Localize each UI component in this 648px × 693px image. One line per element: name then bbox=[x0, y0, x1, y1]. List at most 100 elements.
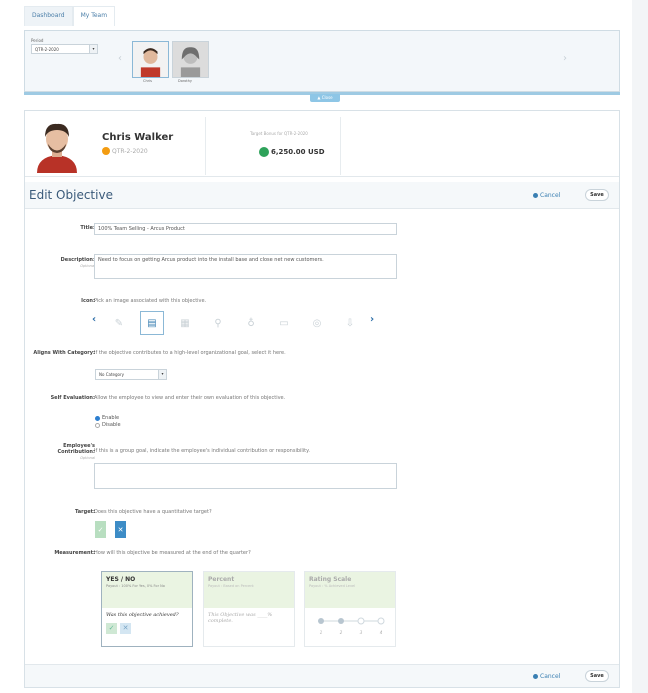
enable-radio[interactable]: Enable bbox=[95, 415, 119, 421]
avatar bbox=[133, 42, 168, 77]
card-title: Percent bbox=[208, 576, 235, 583]
target-label: Target: bbox=[75, 509, 95, 515]
lightbulb-icon[interactable]: ♁ bbox=[239, 311, 263, 335]
self-evaluation-hint: Allow the employee to view and enter the… bbox=[94, 395, 286, 401]
measurement-percent-card[interactable]: Percent Payout : Based on Percent This O… bbox=[203, 571, 295, 647]
self-evaluation-label: Self Evaluation: bbox=[50, 395, 95, 401]
monitor-icon[interactable]: ▭ bbox=[272, 311, 296, 335]
tab-my-team[interactable]: My Team bbox=[72, 6, 116, 26]
target-bonus-amount: 6,250.00 USD bbox=[271, 148, 325, 156]
target-yes-button[interactable]: ✓ bbox=[95, 521, 106, 538]
team-member-dorothy[interactable] bbox=[172, 41, 209, 78]
chevron-left-icon[interactable]: ‹ bbox=[118, 53, 122, 64]
download-icon[interactable]: ⇩ bbox=[338, 311, 362, 335]
icon-label: Icon: bbox=[81, 298, 95, 304]
description-label: Description: Optional bbox=[33, 257, 95, 269]
card-title: Rating Scale bbox=[309, 576, 352, 583]
person-icon[interactable]: ⚲ bbox=[206, 311, 230, 335]
footer-bar: Cancel Save bbox=[25, 664, 619, 687]
scale-label: 2 bbox=[340, 630, 343, 635]
icon-hint: Pick an image associated with this objec… bbox=[94, 298, 207, 304]
calculator-icon[interactable]: ▦ bbox=[173, 311, 197, 335]
employee-name: Chris Walker bbox=[102, 132, 174, 143]
scale-label: 1 bbox=[320, 630, 323, 635]
member-name: Dorothy bbox=[178, 79, 193, 83]
title-label: Title: bbox=[80, 225, 95, 231]
scale-label: 4 bbox=[380, 630, 383, 635]
category-select[interactable]: No Category ▾ bbox=[95, 369, 167, 380]
title-input[interactable]: 100% Team Selling - Arcus Product bbox=[94, 223, 397, 235]
scrollbar-track[interactable] bbox=[632, 0, 648, 693]
aligns-hint: If the objective contributes to a high-l… bbox=[94, 350, 286, 356]
contribution-label-text: Employee's Contribution: bbox=[57, 443, 95, 455]
category-select-value: No Category bbox=[99, 372, 124, 377]
period-label: Period bbox=[31, 38, 44, 43]
cancel-link[interactable]: Cancel bbox=[533, 192, 560, 199]
tab-dashboard[interactable]: Dashboard bbox=[24, 6, 73, 26]
chevron-down-icon: ▾ bbox=[89, 45, 97, 53]
radio-checked-icon bbox=[95, 415, 100, 421]
check-icon: ✓ bbox=[97, 525, 104, 534]
check-icon: ✓ bbox=[106, 623, 117, 634]
disable-label: Disable bbox=[102, 422, 121, 428]
rating-scale: 1 2 3 4 bbox=[305, 608, 395, 644]
chevron-right-icon[interactable]: › bbox=[563, 53, 567, 64]
cancel-icon bbox=[533, 193, 538, 198]
chevron-right-icon[interactable]: › bbox=[370, 314, 374, 325]
disable-radio[interactable]: Disable bbox=[95, 422, 121, 428]
team-member-chris[interactable] bbox=[132, 41, 169, 78]
rating-scale-icon: 1 2 3 4 bbox=[318, 617, 385, 635]
measurement-hint: How will this objective be measured at t… bbox=[94, 550, 251, 556]
period-select-value: QTR-2-2020 bbox=[35, 47, 59, 52]
cancel-label: Cancel bbox=[540, 192, 561, 199]
team-selector-panel: Period QTR-2-2020 ▾ ‹ Chris Dorothy › bbox=[24, 30, 620, 92]
card-header: Percent Payout : Based on Percent bbox=[204, 572, 294, 608]
target-bonus-label: Target Bonus for QTR-2-2020 bbox=[250, 131, 308, 136]
card-question: Was this objective achieved? bbox=[106, 612, 179, 618]
cancel-label: Cancel bbox=[540, 673, 561, 680]
avatar bbox=[31, 117, 83, 173]
avatar bbox=[173, 42, 208, 77]
measurement-yes-no-card[interactable]: YES / NO Payout : 100% For Yes, 0% For N… bbox=[101, 571, 193, 647]
money-icon bbox=[259, 147, 269, 157]
cancel-link[interactable]: Cancel bbox=[533, 673, 560, 680]
close-icon: ✕ bbox=[117, 525, 124, 534]
measurement-label: Measurement: bbox=[54, 550, 95, 556]
card-header: Rating Scale Payout : % Achieved Level bbox=[305, 572, 395, 608]
divider bbox=[205, 117, 206, 175]
divider bbox=[340, 117, 341, 175]
enable-label: Enable bbox=[102, 415, 120, 421]
cancel-icon bbox=[533, 674, 538, 679]
save-button[interactable]: Save bbox=[585, 189, 609, 201]
card-subtitle: Payout : % Achieved Level bbox=[309, 584, 356, 588]
page: Dashboard My Team Period QTR-2-2020 ▾ ‹ … bbox=[0, 0, 648, 693]
objective-editor: Chris Walker QTR-2-2020 Target Bonus for… bbox=[24, 110, 620, 688]
pencil-icon[interactable]: ✎ bbox=[107, 311, 131, 335]
period-select[interactable]: QTR-2-2020 ▾ bbox=[31, 44, 98, 54]
page-title: Edit Objective bbox=[29, 188, 113, 202]
description-textarea[interactable]: Need to focus on getting Arcus product i… bbox=[94, 254, 397, 279]
target-bonus-value: 6,250.00 USD bbox=[259, 147, 325, 157]
period-icon bbox=[102, 147, 110, 155]
document-icon[interactable]: ▤ bbox=[140, 311, 164, 335]
contribution-label: Employee's Contribution: Optional bbox=[33, 443, 95, 461]
close-icon: ✕ bbox=[120, 623, 131, 634]
contribution-hint: If this is a group goal, indicate the em… bbox=[94, 448, 310, 454]
optional-note: Optional bbox=[80, 456, 95, 460]
measurement-rating-card[interactable]: Rating Scale Payout : % Achieved Level 1… bbox=[304, 571, 396, 647]
chevron-left-icon[interactable]: ‹ bbox=[92, 314, 96, 325]
target-icon[interactable]: ◎ bbox=[305, 311, 329, 335]
target-no-button[interactable]: ✕ bbox=[115, 521, 126, 538]
target-hint: Does this objective have a quantitative … bbox=[94, 509, 212, 515]
period-badge: QTR-2-2020 bbox=[102, 147, 148, 155]
period-badge-text: QTR-2-2020 bbox=[112, 147, 148, 155]
contribution-textarea[interactable] bbox=[94, 463, 397, 489]
member-name: Chris bbox=[143, 79, 152, 83]
card-body: Was this objective achieved? ✓ ✕ bbox=[102, 608, 192, 638]
top-tabs: Dashboard My Team bbox=[24, 6, 116, 26]
save-button[interactable]: Save bbox=[585, 670, 609, 682]
card-body: This Objective was ____% complete. bbox=[208, 612, 273, 624]
close-panel-button[interactable]: ▲ Close bbox=[310, 94, 340, 102]
description-label-text: Description: bbox=[60, 257, 95, 263]
aligns-label: Aligns With Category: bbox=[33, 350, 95, 356]
